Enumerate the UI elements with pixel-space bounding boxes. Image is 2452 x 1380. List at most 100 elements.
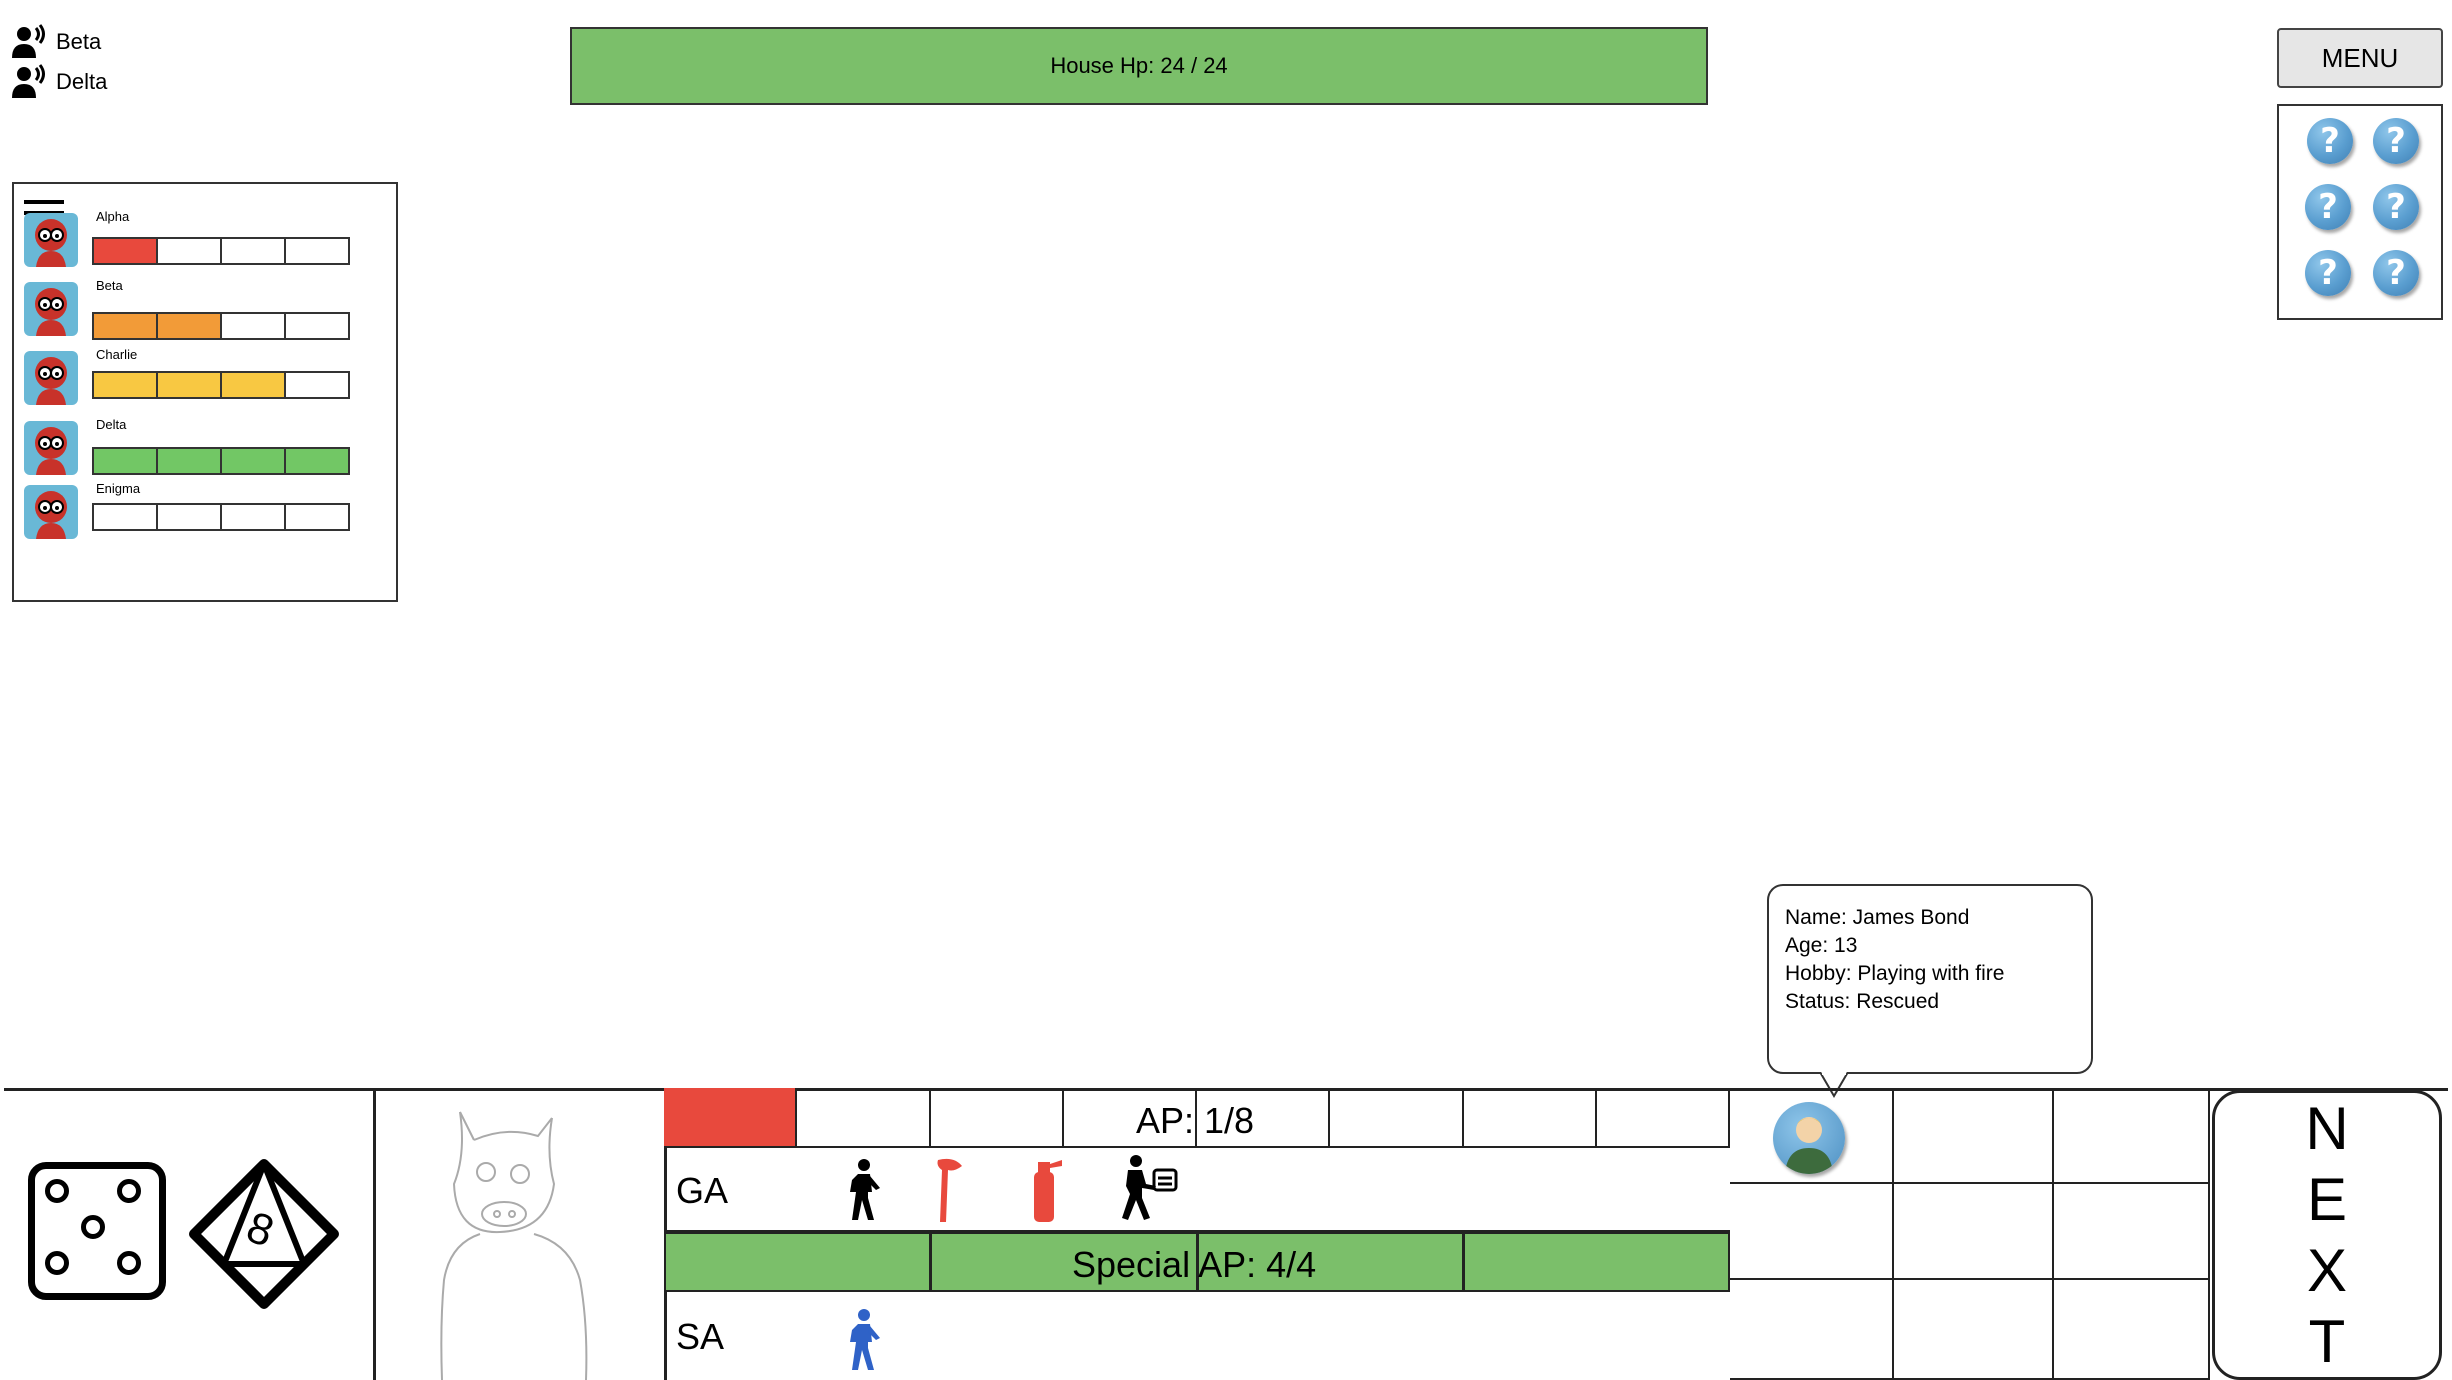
sa-label: SA [676, 1316, 725, 1357]
ap-cell [664, 1088, 798, 1146]
help-icon[interactable]: ? [2305, 250, 2351, 296]
hp-cell [286, 449, 348, 474]
special-walk-icon[interactable] [840, 1308, 884, 1372]
ap-cell [1330, 1088, 1464, 1146]
ap-cell [1597, 1088, 1730, 1146]
help-icon[interactable]: ? [2305, 184, 2351, 230]
ap-cell [1464, 1088, 1597, 1146]
next-turn-button[interactable]: NEXT [2212, 1090, 2442, 1380]
player-hp-bar [92, 370, 350, 399]
hp-cell [286, 314, 348, 338]
hp-cell [158, 505, 222, 530]
voice-user-beta: Beta [10, 24, 101, 60]
victim-slot[interactable] [2054, 1280, 2210, 1380]
next-letter: E [2306, 1165, 2348, 1233]
hp-cell [286, 373, 348, 397]
player-list-panel: Alpha Beta Charlie Delta Enigma [12, 182, 398, 602]
next-letter: N [2305, 1094, 2349, 1162]
help-icon[interactable]: ? [2373, 118, 2419, 164]
victim-slot[interactable] [1894, 1280, 2054, 1380]
character-portrait [440, 1111, 588, 1380]
speaking-user-icon [12, 64, 45, 98]
player-hp-bar [92, 236, 350, 265]
victim-slot[interactable] [1894, 1088, 2054, 1184]
hp-cell [94, 449, 158, 474]
house-hp-bar: House Hp: 24 / 24 [570, 27, 1708, 105]
ap-label: AP: 1/8 [1136, 1100, 1255, 1141]
next-letter: T [2308, 1307, 2346, 1375]
player-avatar [24, 350, 78, 405]
victim-slot[interactable] [1730, 1280, 1894, 1380]
victim-age: Age: 13 [1785, 934, 1858, 957]
victim-slot[interactable] [2054, 1088, 2210, 1184]
special-ap-label: Special AP: 4/4 [1072, 1244, 1317, 1285]
hp-cell [286, 505, 348, 529]
axe-icon[interactable] [932, 1156, 968, 1224]
voice-user-delta: Delta [10, 64, 107, 100]
victim-slot[interactable] [1894, 1184, 2054, 1280]
voice-user-name: Beta [56, 29, 102, 54]
special-ap-cell [666, 1234, 933, 1290]
hp-cell [222, 238, 286, 263]
victim-status: Status: Rescued [1785, 990, 1940, 1013]
player-row[interactable]: Alpha [24, 209, 384, 269]
help-icon[interactable]: ? [2373, 184, 2419, 230]
extinguisher-icon[interactable] [1024, 1156, 1064, 1224]
victim-slot[interactable] [2054, 1184, 2210, 1280]
special-actions-row: SA [664, 1292, 1730, 1380]
hp-cell [222, 505, 286, 530]
d8-icon[interactable]: 8 [188, 1158, 340, 1310]
player-hp-bar [92, 311, 350, 340]
menu-label: MENU [2321, 42, 2399, 73]
player-row[interactable]: Beta [24, 277, 384, 340]
ga-label: GA [676, 1170, 729, 1211]
menu-button[interactable]: MENU [2277, 28, 2443, 88]
hp-cell [94, 505, 158, 530]
help-icon[interactable]: ? [2307, 118, 2353, 164]
help-icon[interactable]: ? [2373, 250, 2419, 296]
player-hp-bar [92, 503, 350, 532]
victim-avatar[interactable] [1773, 1102, 1845, 1174]
victim-name: Name: James Bond [1785, 906, 1970, 929]
general-actions-row: GA [664, 1148, 1730, 1232]
victim-hobby: Hobby: Playing with fire [1785, 962, 2005, 985]
hp-cell [286, 239, 348, 263]
player-row[interactable]: Delta [24, 417, 384, 477]
player-name: Charlie [96, 346, 138, 362]
hp-cell [94, 238, 158, 263]
hp-cell [158, 449, 222, 474]
player-avatar [24, 281, 78, 336]
special-ap-cell [1464, 1234, 1728, 1290]
player-row[interactable]: Charlie [24, 347, 384, 407]
hp-cell [222, 313, 286, 338]
divider [373, 1088, 376, 1380]
victim-slot[interactable] [1730, 1184, 1894, 1280]
d6-five-icon[interactable] [28, 1162, 166, 1300]
voice-user-name: Delta [56, 69, 108, 94]
player-name: Alpha [96, 208, 130, 224]
player-name: Enigma [96, 481, 141, 497]
walk-icon[interactable] [840, 1158, 884, 1222]
ap-cell [931, 1088, 1064, 1146]
carry-victim-icon[interactable] [1116, 1154, 1178, 1222]
player-avatar [24, 485, 78, 540]
hp-cell [94, 372, 158, 397]
speaking-user-icon [12, 24, 45, 58]
hp-cell [222, 449, 286, 474]
house-hp-label: House Hp: 24 / 24 [1050, 53, 1228, 78]
victim-info-tooltip: Name: James Bond Age: 13 Hobby: Playing … [1767, 884, 2093, 1074]
player-row[interactable]: Enigma [24, 481, 384, 541]
player-name: Beta [96, 277, 123, 293]
next-letter: X [2306, 1236, 2348, 1304]
player-hp-bar [92, 447, 350, 476]
help-panel: ? ? ? ? ? ? [2277, 104, 2443, 320]
player-name: Delta [96, 417, 127, 433]
ap-cell [797, 1088, 931, 1146]
player-avatar [24, 421, 78, 476]
hp-cell [158, 313, 222, 338]
hp-cell [158, 372, 222, 397]
hp-cell [222, 372, 286, 397]
player-avatar [24, 212, 78, 267]
hp-cell [158, 238, 222, 263]
hp-cell [94, 313, 158, 338]
